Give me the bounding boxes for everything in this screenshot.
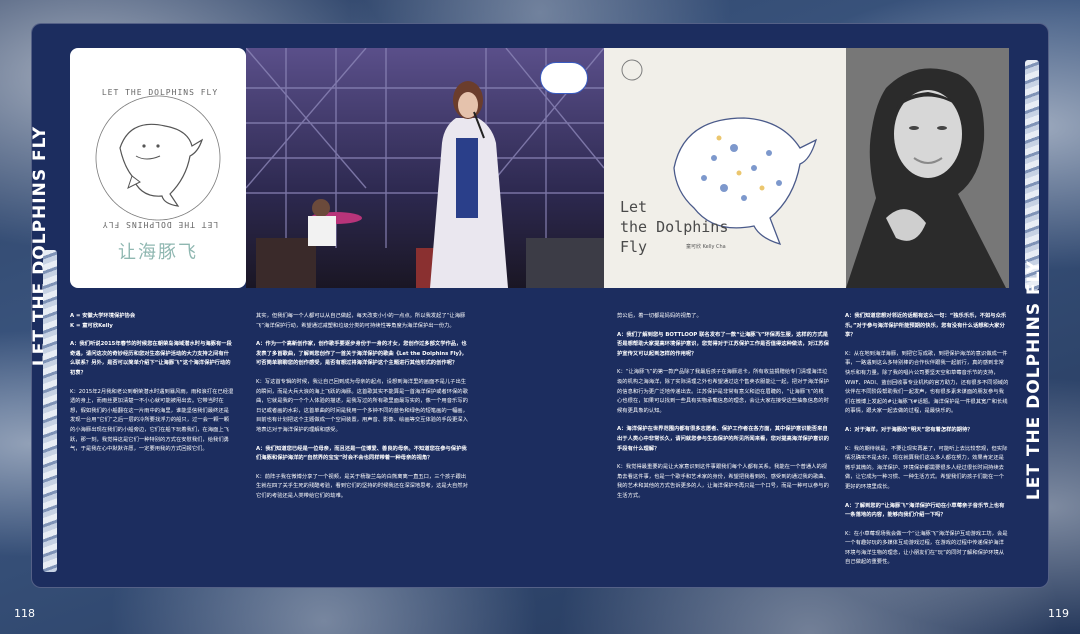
answer-3c: 剪公后，着一切都是妈妈的视角了。 bbox=[617, 313, 702, 319]
album-title-line3: Fly bbox=[620, 238, 648, 256]
artist-portrait-image bbox=[846, 48, 1009, 288]
answer-2: K：写这首专辑的时候，我让自己回到成为母亲的起点，设想到海洋里的画面不是儿子出生… bbox=[256, 378, 468, 433]
answer-8: K：在小草莓现场我会做一个“让海豚飞”海洋保护互动游戏工坊，会是一个有趣好玩的多… bbox=[845, 530, 1008, 566]
question-7: A：对于海洋，对于海豚的“明天”您有着怎样的期待？ bbox=[845, 426, 973, 433]
answer-5: K：我觉得最重要的是让大家意识到这件事跟我们每个人都有关系。我能在一个普通人的视… bbox=[617, 464, 829, 499]
answer-3b: 其实，但我们每一个人都可以从自己做起，每天改变小小的一点点。所以我发起了“让海豚… bbox=[256, 313, 466, 329]
question-2: A：作为一个高新创作家，创作歌手要逐步身份于一身的才女，您创作过多部文学作品，也… bbox=[256, 341, 467, 367]
text-column-2: 其实，但我们每一个人都可以从自己做起，每天改变小小的一点点。所以我发起了“让海豚… bbox=[256, 312, 468, 511]
question-8: A：了解到您的“让海豚飞”海洋保护行动在小草莓亲子音乐节上也有一条落地的内容，能… bbox=[845, 502, 1005, 519]
question-5: A：海洋保护在世界范围内都有很多志愿者、保护工作者在各方面，其中保护意识能否来自… bbox=[617, 426, 829, 452]
question-1: A：我们听说2015年春节的时候您在朝荣岛海域潜水时与海豚有一段奇遇，请问这次的… bbox=[70, 341, 232, 376]
question-4: A：我们了解到您与 BOTTLOOP 联名发布了一款“让海豚飞”环保再生服，这样… bbox=[617, 331, 829, 357]
answer-4: K：“让海豚飞”的第一款产品除了我最后孩子在海豚巡卡，所有收益捐赠给专门清理海洋… bbox=[617, 369, 829, 414]
dolphin-badge-icon bbox=[540, 62, 588, 94]
album-title-line1: Let bbox=[620, 198, 648, 216]
page-number-right: 119 bbox=[1048, 607, 1069, 620]
question-3: A：我们知道您已经是一位母亲，而且还是一位博爱、善良的母亲。不知道您在参与保护我… bbox=[256, 445, 467, 462]
logo-ring-text-bottom: LET THE DOLPHINS FLY bbox=[101, 220, 219, 229]
album-cover: Let the Dolphins Fly 童可欣 Kelly Cha bbox=[604, 48, 846, 288]
answer-1: K：2015年2月我和老公到朝荣潜水时遇到暴风雨，雨和浪打在已经湿透的身上，而雨… bbox=[70, 388, 234, 453]
album-artist: 童可欣 Kelly Cha bbox=[686, 244, 726, 250]
intro-line: A = 安徽大学环境保护协会 K = 童可欣Kelly bbox=[70, 312, 234, 331]
portrait-photo bbox=[846, 48, 1009, 288]
answer-7: K：我的期待就是，不要让现实再差了，可能听上去比较悲观，但实际情况确实不是太好，… bbox=[845, 445, 1008, 490]
intro-a: A = 安徽大学环境保护协会 bbox=[70, 313, 136, 319]
text-column-3: 剪公后，着一切都是妈妈的视角了。 A：我们了解到您与 BOTTLOOP 联名发布… bbox=[617, 312, 829, 511]
intro-k: K = 童可欣Kelly bbox=[70, 322, 113, 329]
logo-ring-text-top: LET THE DOLPHINS FLY bbox=[101, 88, 219, 97]
logo-chinese-name: 让海豚飞 bbox=[118, 242, 198, 263]
text-column-1: A = 安徽大学环境保护协会 K = 童可欣Kelly A：我们听说2015年春节… bbox=[70, 312, 234, 464]
side-title-right: LET THE DOLPHINS FLY bbox=[1024, 259, 1044, 501]
page-number-left: 118 bbox=[14, 607, 35, 620]
wave-strip-left bbox=[43, 250, 57, 572]
dolphin-icon bbox=[119, 123, 204, 207]
dolphin-logo-panel: LET THE DOLPHINS FLY LET THE DOLPHINS FL… bbox=[70, 48, 246, 288]
wave-strip-right bbox=[1025, 60, 1039, 290]
answer-6: K：从在地到海洋海豚，到把它写成歌，到把保护海洋的意识做成一件事，一路遇到这么多… bbox=[845, 350, 1009, 415]
question-6: A：我们知道您想对邻近的话题有这么一句：“独乐乐乐，不如与众乐乐。”对于参与海洋… bbox=[845, 313, 1007, 339]
text-column-4: A：我们知道您想对邻近的话题有这么一句：“独乐乐乐，不如与众乐乐。”对于参与海洋… bbox=[845, 312, 1009, 577]
answer-3: K：前阵子我在微博分享了一个视频，是关于杨璇兰岛的白熊离离一直五口，三个孩子跟出… bbox=[256, 473, 468, 499]
album-title-line2: the Dolphins bbox=[620, 218, 729, 236]
